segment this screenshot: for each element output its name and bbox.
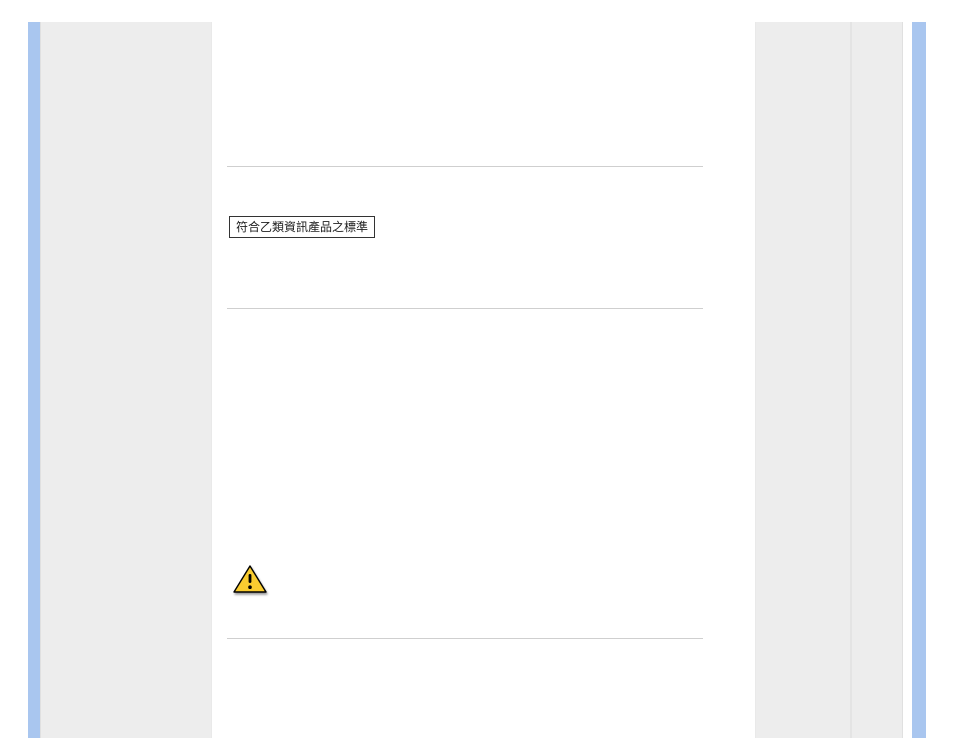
left-gray-column [40, 22, 212, 738]
horizontal-divider [227, 308, 703, 309]
horizontal-divider [227, 638, 703, 639]
main-content-column: 符合乙類資訊產品之標準 [227, 22, 703, 738]
warning-icon [232, 564, 268, 594]
horizontal-divider [227, 166, 703, 167]
decorative-blue-bar-left [28, 22, 40, 738]
compliance-boxed-text: 符合乙類資訊產品之標準 [229, 216, 375, 238]
right-gray-column-a [755, 22, 851, 738]
decorative-blue-bar-right [912, 22, 926, 738]
right-gray-column-b [851, 22, 903, 738]
